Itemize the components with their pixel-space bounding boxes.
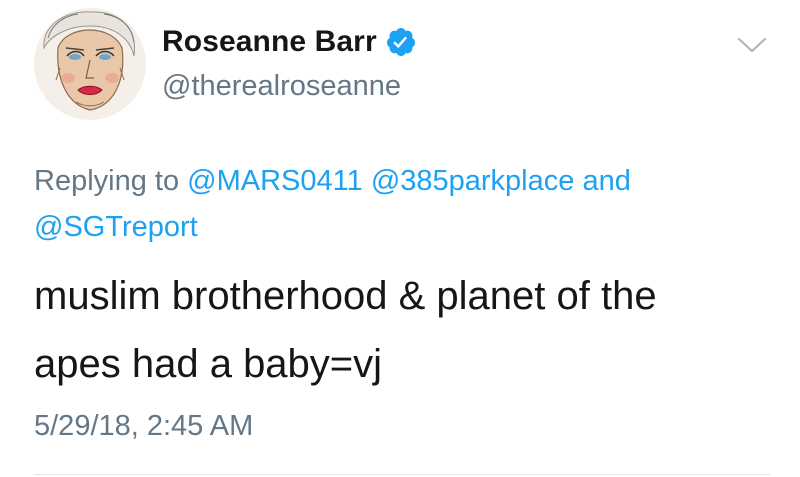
author-row: Roseanne Barr <box>162 25 417 59</box>
avatar[interactable] <box>34 8 146 120</box>
tweet-timestamp[interactable]: 5/29/18, 2:45 AM <box>34 410 253 443</box>
tweet-text-line: muslim brotherhood & planet of the <box>34 274 657 318</box>
tweet-text-line: apes had a baby=vj <box>34 342 383 386</box>
tweet-body: muslim brotherhood & planet of the apes … <box>34 262 774 398</box>
avatar-illustration <box>34 8 146 120</box>
mention-conjunction: and <box>582 165 631 197</box>
reply-context: Replying to @MARS0411 @385parkplace and … <box>34 158 764 250</box>
tweet-card: Roseanne Barr @therealroseanne Replying … <box>0 0 800 477</box>
display-name[interactable]: Roseanne Barr <box>162 25 377 59</box>
mention-link[interactable]: @385parkplace <box>371 165 575 197</box>
reply-prefix: Replying to <box>34 165 180 197</box>
divider <box>34 474 770 475</box>
chevron-down-icon[interactable] <box>735 34 769 56</box>
mention-link[interactable]: @SGTreport <box>34 211 198 243</box>
user-handle[interactable]: @therealroseanne <box>162 70 401 103</box>
mention-link[interactable]: @MARS0411 <box>187 165 363 197</box>
verified-badge-icon <box>385 26 417 58</box>
